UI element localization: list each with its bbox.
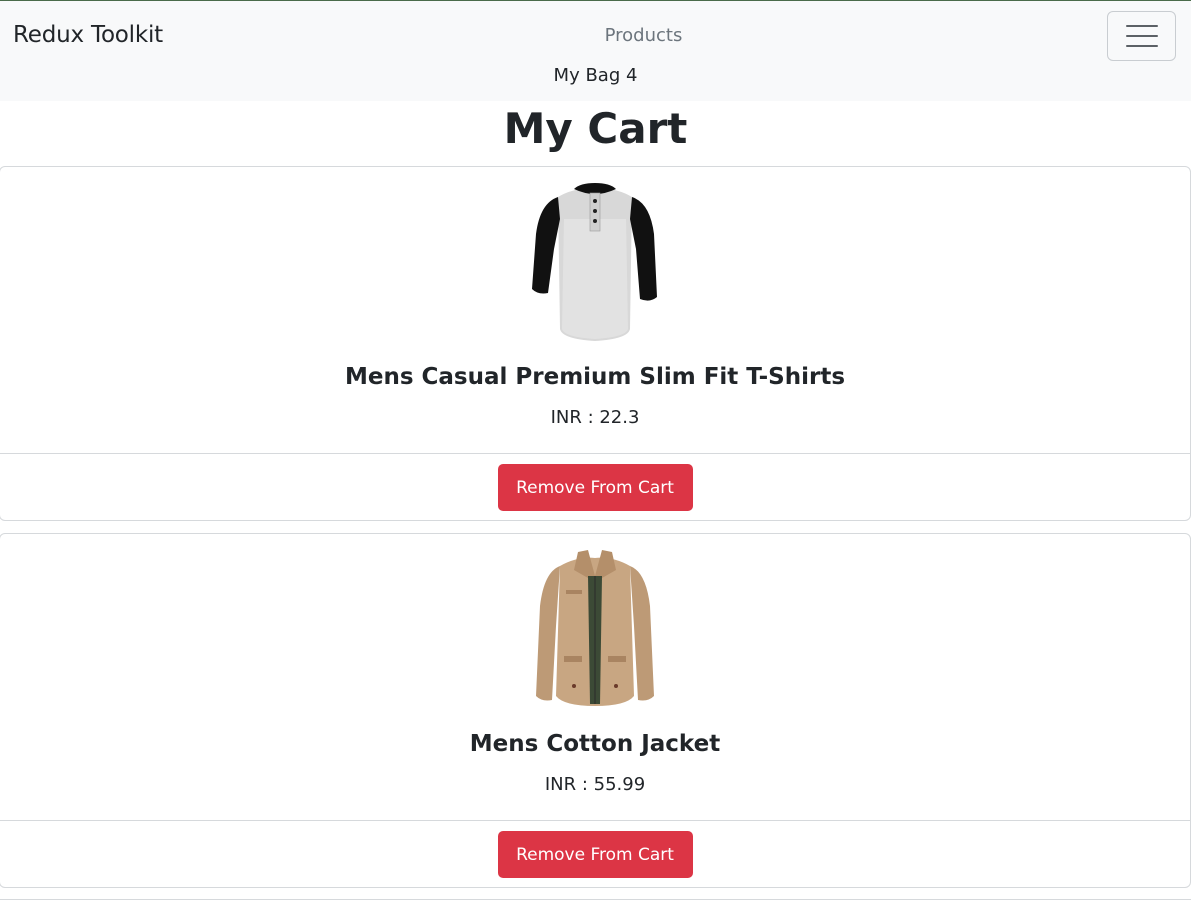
product-image-container: [0, 546, 1190, 711]
nav-link-my-bag[interactable]: My Bag 4: [0, 65, 1191, 86]
page-title: My Cart: [503, 104, 688, 153]
product-price: INR : 22.3: [550, 407, 640, 428]
jacket-image: [536, 550, 654, 706]
product-image-container: [0, 179, 1190, 344]
product-title: Mens Casual Premium Slim Fit T-Shirts: [344, 364, 846, 390]
product-title: Mens Cotton Jacket: [469, 731, 721, 757]
remove-from-cart-button[interactable]: Remove From Cart: [497, 464, 693, 511]
nav-link-products[interactable]: Products: [0, 25, 1191, 46]
remove-from-cart-button[interactable]: Remove From Cart: [497, 831, 693, 878]
cart-item-card: Mens Casual Premium Slim Fit T-Shirts IN…: [0, 166, 1191, 521]
hamburger-menu-icon-bar: [1125, 35, 1158, 37]
product-price: INR : 55.99: [544, 774, 646, 795]
cart-item-card: Mens Cotton Jacket INR : 55.99 Remove Fr…: [0, 533, 1191, 888]
tshirt-image: [532, 183, 657, 341]
card-footer: Remove From Cart: [0, 453, 1190, 521]
card-footer: Remove From Cart: [0, 820, 1190, 888]
hamburger-menu-icon: [1125, 25, 1158, 27]
navbar: Redux Toolkit Products My Bag 4: [0, 1, 1191, 101]
navbar-toggler-button[interactable]: [1107, 11, 1176, 61]
hamburger-menu-icon-bar: [1125, 45, 1158, 47]
